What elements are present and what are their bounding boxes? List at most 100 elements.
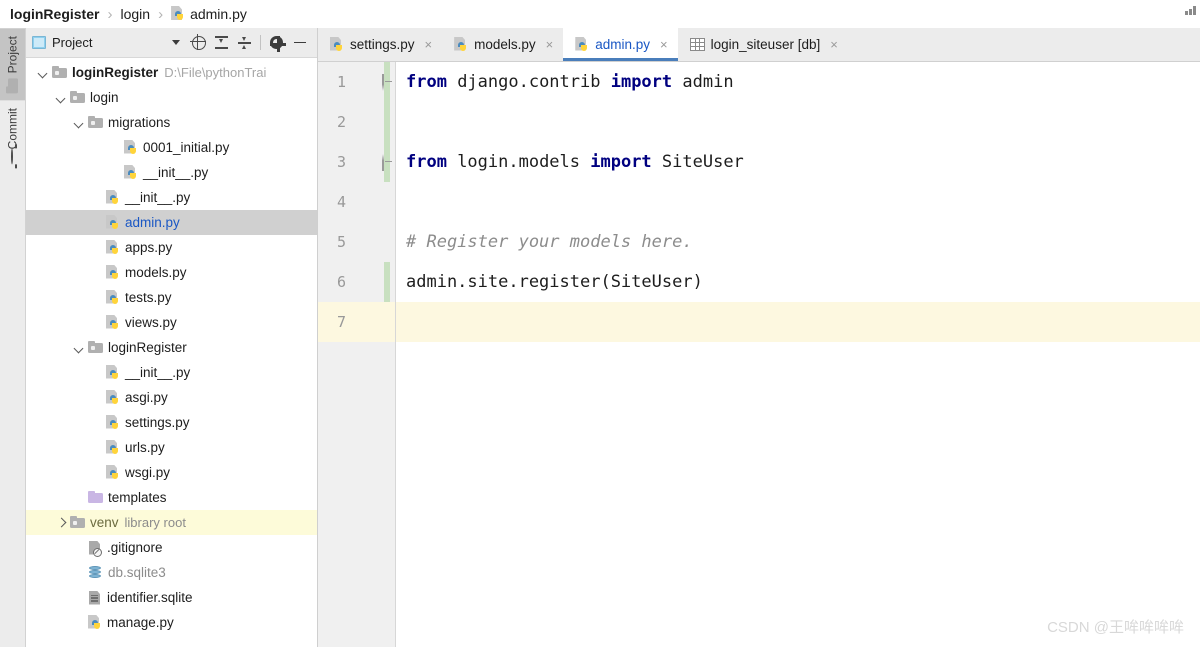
breadcrumb-item-login[interactable]: login xyxy=(120,6,150,22)
code-line[interactable]: from django.contrib import admin xyxy=(396,62,1200,102)
code-line[interactable] xyxy=(396,102,1200,142)
select-opened-file-icon[interactable] xyxy=(187,31,210,54)
chevron-down-icon[interactable] xyxy=(74,342,85,353)
rail-tab-project-label: Project xyxy=(5,36,20,74)
code-token: django.contrib xyxy=(446,72,611,92)
tree-item--init-py[interactable]: __init__.py xyxy=(26,160,317,185)
code-line[interactable]: from login.models import SiteUser xyxy=(396,142,1200,182)
code-content[interactable]: from django.contrib import admin from lo… xyxy=(396,62,1200,647)
tree-item--init-py[interactable]: __init__.py xyxy=(26,185,317,210)
chevron-down-icon[interactable] xyxy=(74,117,85,128)
tree-item-label: 0001_initial.py xyxy=(143,140,230,155)
database-icon xyxy=(88,565,103,580)
vcs-change-stripe xyxy=(384,262,390,302)
tree-item-admin-py[interactable]: admin.py xyxy=(26,210,317,235)
commit-icon xyxy=(11,148,14,165)
rail-tab-commit[interactable]: Commit xyxy=(0,100,25,165)
tree-item-asgi-py[interactable]: asgi.py xyxy=(26,385,317,410)
chevron-down-icon[interactable] xyxy=(56,92,67,103)
tree-item-label: urls.py xyxy=(125,440,165,455)
tree-item-models-py[interactable]: models.py xyxy=(26,260,317,285)
python-file-icon xyxy=(106,389,120,406)
tree-item-login[interactable]: login xyxy=(26,85,317,110)
fold-expand-icon[interactable] xyxy=(382,74,396,91)
tree-item-wsgi-py[interactable]: wsgi.py xyxy=(26,460,317,485)
python-file-icon xyxy=(454,36,468,53)
tree-item-label: wsgi.py xyxy=(125,465,171,480)
tree-item-urls-py[interactable]: urls.py xyxy=(26,435,317,460)
collapse-all-icon[interactable] xyxy=(233,31,256,54)
editor-gutter[interactable]: 1234567 xyxy=(318,62,396,647)
breadcrumb-item-file[interactable]: admin.py xyxy=(171,6,247,22)
tree-item-venv[interactable]: venv library root xyxy=(26,510,317,535)
expand-all-icon[interactable] xyxy=(210,31,233,54)
tree-item-label: migrations xyxy=(108,115,171,130)
close-icon[interactable]: × xyxy=(546,38,554,51)
close-icon[interactable]: × xyxy=(660,38,668,51)
tree-item-identifier-sqlite[interactable]: identifier.sqlite xyxy=(26,585,317,610)
python-file-icon xyxy=(106,364,120,381)
vcs-change-stripe xyxy=(384,102,390,142)
editor-tab-login-siteuser-db-[interactable]: login_siteuser [db] × xyxy=(678,28,848,61)
tree-item-manage-py[interactable]: manage.py xyxy=(26,610,317,635)
folder-icon xyxy=(88,341,103,354)
editor-tab-models-py[interactable]: models.py × xyxy=(442,28,563,61)
tree-item-label: views.py xyxy=(125,315,177,330)
fold-collapse-icon[interactable] xyxy=(382,154,396,171)
python-file-icon xyxy=(575,36,589,53)
editor-tab-settings-py[interactable]: settings.py × xyxy=(318,28,442,61)
code-token: # Register your models here. xyxy=(406,232,693,252)
rail-tab-project[interactable]: Project xyxy=(0,28,25,101)
editor-tab-label: admin.py xyxy=(595,37,651,52)
tree-item-label: __init__.py xyxy=(143,165,209,180)
breadcrumb-separator-icon: › xyxy=(158,5,164,23)
tree-item-label: identifier.sqlite xyxy=(107,590,193,605)
breadcrumb-item-project[interactable]: loginRegister xyxy=(10,6,99,22)
project-panel-title: Project xyxy=(52,35,93,50)
chevron-down-icon[interactable] xyxy=(164,31,187,54)
tree-item-loginregister[interactable]: loginRegister D:\File\pythonTrai xyxy=(26,60,317,85)
tree-item-tests-py[interactable]: tests.py xyxy=(26,285,317,310)
chevron-right-icon[interactable] xyxy=(56,517,67,528)
code-line[interactable]: # Register your models here. xyxy=(396,222,1200,262)
tree-item-label: .gitignore xyxy=(107,540,163,555)
hide-panel-icon[interactable] xyxy=(288,31,311,54)
python-file-icon xyxy=(106,239,120,256)
chevron-down-icon[interactable] xyxy=(38,67,49,78)
editor-tab-admin-py[interactable]: admin.py × xyxy=(563,28,679,61)
tree-item-migrations[interactable]: migrations xyxy=(26,110,317,135)
line-number: 4 xyxy=(336,193,346,211)
close-icon[interactable]: × xyxy=(425,38,433,51)
tree-item-loginregister[interactable]: loginRegister xyxy=(26,335,317,360)
tree-item-apps-py[interactable]: apps.py xyxy=(26,235,317,260)
tree-item-views-py[interactable]: views.py xyxy=(26,310,317,335)
code-line[interactable] xyxy=(396,302,1200,342)
close-icon[interactable]: × xyxy=(830,38,838,51)
tree-item-settings-py[interactable]: settings.py xyxy=(26,410,317,435)
code-line[interactable]: admin.site.register(SiteUser) xyxy=(396,262,1200,302)
tree-item--init-py[interactable]: __init__.py xyxy=(26,360,317,385)
editor-tabbar[interactable]: settings.py × models.py × admin.py × login_sit… xyxy=(318,28,1200,62)
tree-item--gitignore[interactable]: .gitignore xyxy=(26,535,317,560)
tree-item-db-sqlite3[interactable]: db.sqlite3 xyxy=(26,560,317,585)
folder-icon xyxy=(6,78,19,94)
project-window-icon xyxy=(32,36,46,49)
left-tool-rail: Project Commit xyxy=(0,28,26,647)
tree-item-templates[interactable]: templates xyxy=(26,485,317,510)
editor-column: settings.py × models.py × admin.py × login_sit… xyxy=(318,28,1200,647)
tree-item-0001-initial-py[interactable]: 0001_initial.py xyxy=(26,135,317,160)
gear-icon[interactable] xyxy=(265,31,288,54)
tree-item-sublabel: library root xyxy=(124,515,186,530)
editor-area[interactable]: 1234567 from django.contrib import admin… xyxy=(318,62,1200,647)
project-tree[interactable]: loginRegister D:\File\pythonTrai login migr… xyxy=(26,58,317,647)
python-file-icon xyxy=(106,439,120,456)
code-line[interactable] xyxy=(396,182,1200,222)
tree-item-label: __init__.py xyxy=(125,190,191,205)
